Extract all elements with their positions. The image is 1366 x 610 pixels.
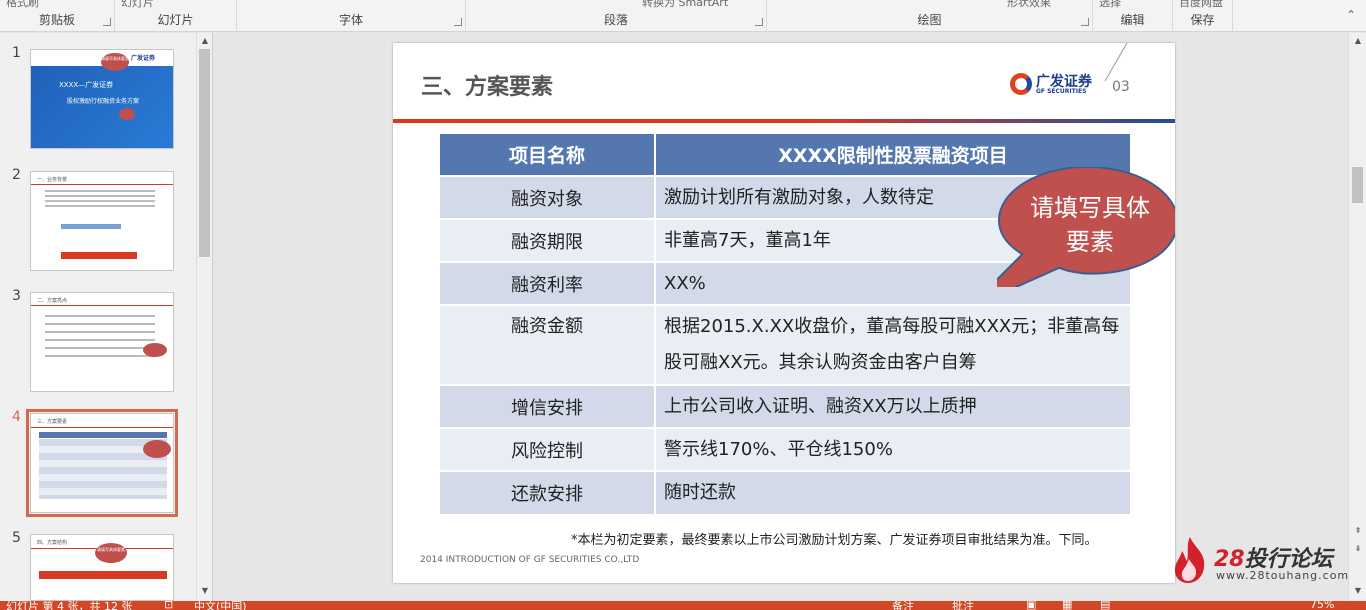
ribbon-group-save[interactable]: 百度网盘 保存 (1173, 0, 1233, 32)
comments-button[interactable]: 批注 (952, 601, 974, 610)
thumb-title: 三、方案要素 (37, 419, 68, 425)
row-name[interactable]: 风险控制 (440, 427, 656, 471)
slide-thumbnail-4[interactable]: 三、方案要素 (26, 409, 178, 517)
row-value[interactable]: 上市公司收入证明、融资XX万以上质押 (655, 384, 1132, 428)
baidu-netdisk-label[interactable]: 百度网盘 (1179, 0, 1223, 10)
ribbon-group-clipboard[interactable]: 格式刷 剪贴板 (0, 0, 115, 32)
flame-icon (1174, 537, 1205, 583)
thumb-number: 5 (12, 530, 21, 546)
scroll-down-icon[interactable]: ▼ (1352, 585, 1364, 597)
select-label[interactable]: 选择 (1099, 0, 1121, 10)
row-name[interactable]: 还款安排 (440, 470, 656, 514)
thumb-number: 1 (12, 45, 21, 61)
table-row[interactable]: 增信安排 上市公司收入证明、融资XX万以上质押 (440, 384, 1132, 428)
slide-editor: 三、方案要素 广发证券 GF SECURITIES 03 项目名称 XXXX限制… (214, 33, 1348, 601)
scroll-down-icon[interactable]: ▼ (199, 585, 211, 597)
thumb-logo: 广发证券 (131, 55, 156, 62)
gf-logo-icon (1010, 73, 1032, 95)
dialog-launcher-icon[interactable] (103, 18, 111, 26)
ribbon-group-slides[interactable]: 幻灯片 幻灯片 (115, 0, 237, 32)
thumb-number: 4 (12, 409, 21, 425)
dialog-launcher-icon[interactable] (1081, 18, 1089, 26)
row-value[interactable]: 随时还款 (655, 470, 1132, 514)
thumb-bubble: 请填写具体要素 (95, 543, 127, 563)
ribbon-group-drawing[interactable]: 形状效果 绘图 (767, 0, 1093, 32)
ribbon-group-editing[interactable]: 选择 编辑 (1093, 0, 1173, 32)
ribbon-group-paragraph[interactable]: 转换为 SmartArt 段落 (466, 0, 767, 32)
shape-effects-label[interactable]: 形状效果 (1007, 0, 1051, 10)
dialog-launcher-icon[interactable] (454, 18, 462, 26)
table-footnote[interactable]: *本栏为初定要素，最终要素以上市公司激励计划方案、广发证券项目审批结果为准。下同… (571, 529, 1098, 548)
watermark-url: www.28touhang.com (1216, 569, 1350, 582)
format-painter-label[interactable]: 格式刷 (6, 0, 39, 10)
thumb-title: 四、方案结构 (37, 540, 68, 546)
thumb-bubble: 请填写具体要素 (101, 53, 129, 71)
row-name[interactable]: 融资期限 (440, 218, 656, 262)
row-value[interactable]: 根据2015.X.XX收盘价，董高每股可融XXX元；非董高每股可融XX元。其余认… (655, 304, 1132, 385)
slide-thumbnail-3[interactable]: 二、方案亮点 (30, 292, 174, 392)
group-label: 幻灯片 (157, 13, 194, 27)
language-indicator[interactable]: 中文(中国) (194, 601, 247, 610)
table-header-name[interactable]: 项目名称 (440, 134, 656, 176)
row-value[interactable]: 警示线170%、平仓线150% (655, 427, 1132, 471)
scroll-thumb[interactable] (199, 49, 210, 257)
zoom-level[interactable]: 75% (1310, 601, 1334, 610)
table-row[interactable]: 融资金额 根据2015.X.XX收盘价，董高每股可融XXX元；非董高每股可融XX… (440, 304, 1132, 385)
notes-button[interactable]: 备注 (892, 601, 914, 610)
watermark: 28投行论坛 www.28touhang.com (1172, 535, 1348, 585)
slide-thumbnail-5[interactable]: 四、方案结构 请填写具体要素 (30, 534, 174, 601)
ribbon-group-font[interactable]: 字体 (237, 0, 466, 32)
group-label: 段落 (603, 13, 628, 27)
slide-canvas[interactable]: 三、方案要素 广发证券 GF SECURITIES 03 项目名称 XXXX限制… (393, 43, 1175, 583)
slide-thumbnail-1[interactable]: 广发证券 XXXX—广发证券 股权激励行权融资业务方案 请填写具体要素 (30, 49, 174, 149)
group-label: 绘图 (917, 13, 942, 27)
slide-thumbnail-2[interactable]: 一、业务背景 (30, 171, 174, 271)
group-label: 编辑 (1120, 13, 1145, 27)
thumb-number: 2 (12, 167, 21, 183)
spellcheck-icon[interactable]: ⊡ (164, 601, 173, 610)
thumb-title: 一、业务背景 (37, 177, 68, 183)
group-label: 字体 (338, 13, 363, 27)
scroll-up-icon[interactable]: ▲ (199, 35, 211, 47)
status-bar: 幻灯片 第 4 张，共 12 张 ⊡ 中文(中国) 备注 批注 ▣ ▦ ▤ 75… (0, 601, 1366, 610)
convert-smartart-label[interactable]: 转换为 SmartArt (642, 0, 728, 10)
thumb-subtitle: 股权激励行权融资业务方案 (67, 98, 140, 105)
row-name[interactable]: 融资金额 (440, 304, 656, 385)
collapse-ribbon-icon[interactable]: ⌃ (1346, 8, 1356, 22)
row-name[interactable]: 融资利率 (440, 261, 656, 305)
thumb-title: 二、方案亮点 (37, 298, 68, 304)
scroll-thumb[interactable] (1352, 167, 1363, 203)
normal-view-icon[interactable]: ▣ (1026, 601, 1036, 610)
slide-counter: 幻灯片 第 4 张，共 12 张 (6, 601, 133, 610)
gf-logo: 广发证券 GF SECURITIES (1010, 71, 1100, 95)
logo-en-text: GF SECURITIES (1036, 88, 1087, 95)
header-rule (393, 119, 1175, 123)
dialog-launcher-icon[interactable] (755, 18, 763, 26)
group-label: 保存 (1190, 13, 1215, 27)
slide-title[interactable]: 三、方案要素 (421, 69, 553, 101)
group-label: 剪贴板 (38, 13, 75, 27)
reading-view-icon[interactable]: ▤ (1100, 601, 1110, 610)
slide-footer: 2014 INTRODUCTION OF GF SECURITIES CO.,L… (420, 555, 640, 565)
row-name[interactable]: 增信安排 (440, 384, 656, 428)
next-slide-icon[interactable]: ⇟ (1352, 543, 1364, 555)
ribbon: 格式刷 剪贴板 幻灯片 幻灯片 字体 转换为 SmartArt 段落 形状效果 … (0, 0, 1366, 32)
callout-bubble-text[interactable]: 请填写具体要素 (1027, 191, 1153, 259)
thumb-title: XXXX—广发证券 (59, 81, 114, 89)
slide-sorter-icon[interactable]: ▦ (1062, 601, 1072, 610)
thumbnail-scrollbar[interactable]: ▲ ▼ (196, 33, 212, 601)
thumb-number: 3 (12, 288, 21, 304)
scroll-up-icon[interactable]: ▲ (1352, 35, 1364, 47)
table-row[interactable]: 还款安排 随时还款 (440, 470, 1132, 514)
previous-slide-icon[interactable]: ⇞ (1352, 525, 1364, 537)
new-slide-label[interactable]: 幻灯片 (121, 0, 154, 10)
row-name[interactable]: 融资对象 (440, 175, 656, 219)
editor-scrollbar[interactable]: ▲ ⇞ ⇟ ▼ (1348, 33, 1366, 601)
page-number: 03 (1112, 79, 1130, 95)
table-row[interactable]: 风险控制 警示线170%、平仓线150% (440, 427, 1132, 471)
slide-thumbnail-pane: 1 广发证券 XXXX—广发证券 股权激励行权融资业务方案 请填写具体要素 2 … (0, 33, 213, 601)
